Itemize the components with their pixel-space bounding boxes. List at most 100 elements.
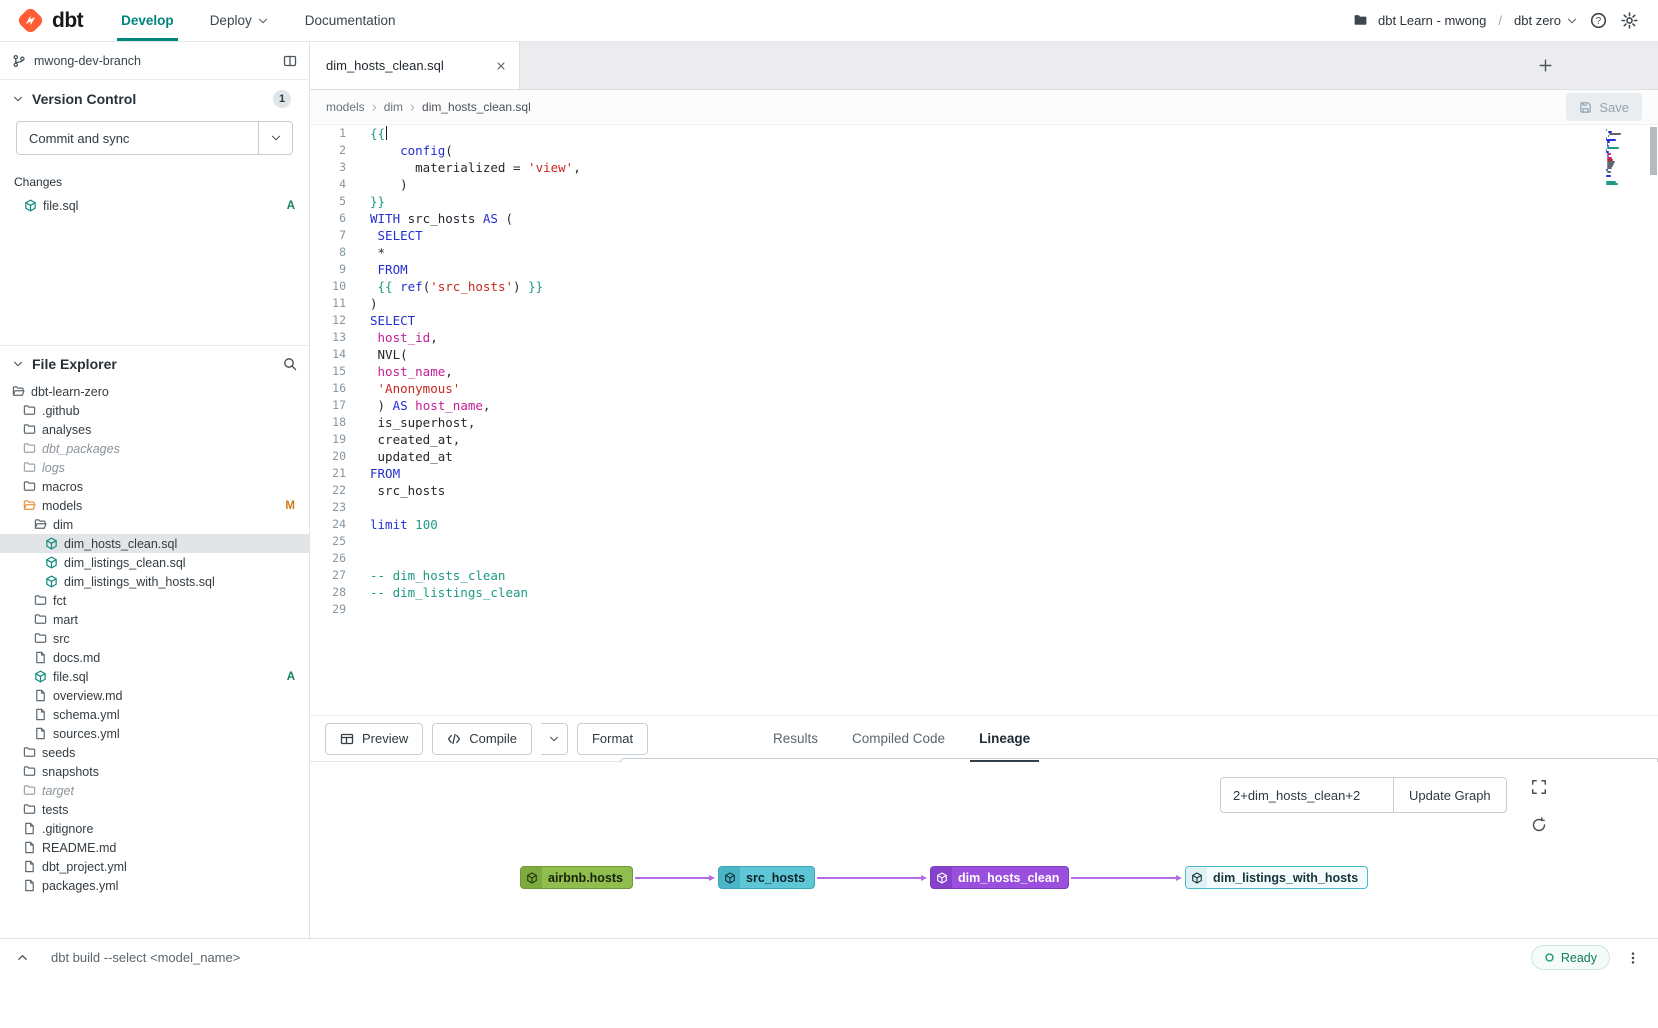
breadcrumb-models[interactable]: models (326, 100, 365, 114)
tree-item-dim[interactable]: dim (0, 515, 309, 534)
panel-tab-lineage[interactable]: Lineage (962, 716, 1047, 761)
code-line-15[interactable]: 15 host_name, (310, 363, 1658, 380)
commit-and-sync-button[interactable]: Commit and sync (16, 121, 293, 155)
editor-scrollbar[interactable] (1649, 125, 1658, 715)
changed-file-file-sql[interactable]: file.sqlA (0, 195, 309, 216)
code-line-10[interactable]: 10 {{ ref('src_hosts') }} (310, 278, 1658, 295)
account-name[interactable]: dbt Learn - mwong (1378, 13, 1486, 28)
code-line-23[interactable]: 23 (310, 499, 1658, 516)
tree-item-gitignore[interactable]: .gitignore (0, 819, 309, 838)
code-line-14[interactable]: 14 NVL( (310, 346, 1658, 363)
toolbar-button-compile[interactable]: Compile (432, 723, 532, 755)
cli-command-input[interactable]: dbt build --select <model_name> (51, 950, 240, 965)
tree-item-overview-md[interactable]: overview.md (0, 686, 309, 705)
nav-develop[interactable]: Develop (103, 0, 192, 41)
code-line-13[interactable]: 13 host_id, (310, 329, 1658, 346)
version-control-header[interactable]: Version Control 1 (0, 80, 309, 117)
panel-tab-results[interactable]: Results (756, 716, 835, 761)
tree-item-seeds[interactable]: seeds (0, 743, 309, 762)
breadcrumb-dim[interactable]: dim (384, 100, 403, 114)
tree-item-dim-listings-with-hosts-sql[interactable]: dim_listings_with_hosts.sql (0, 572, 309, 591)
commit-options-chevron[interactable] (258, 122, 292, 154)
help-button[interactable]: ? (1588, 10, 1609, 31)
lineage-node-airbnb-hosts[interactable]: airbnb.hosts (520, 866, 633, 889)
version-control-title: Version Control (32, 91, 136, 107)
tree-item-tests[interactable]: tests (0, 800, 309, 819)
tree-item-sources-yml[interactable]: sources.yml (0, 724, 309, 743)
file-explorer-header[interactable]: File Explorer (0, 345, 309, 382)
tree-item-schema-yml[interactable]: schema.yml (0, 705, 309, 724)
line-number: 14 (310, 346, 346, 363)
nav-deploy[interactable]: Deploy (192, 0, 287, 41)
code-line-26[interactable]: 26 (310, 550, 1658, 567)
code-line-24[interactable]: 24limit 100 (310, 516, 1658, 533)
tree-item-readme-md[interactable]: README.md (0, 838, 309, 857)
code-line-19[interactable]: 19 created_at, (310, 431, 1658, 448)
nav-documentation[interactable]: Documentation (287, 0, 414, 41)
tree-item-models[interactable]: modelsM (0, 496, 309, 515)
tree-item-dbt-project-yml[interactable]: dbt_project.yml (0, 857, 309, 876)
tree-item-github[interactable]: .github (0, 401, 309, 420)
code-line-6[interactable]: 6WITH src_hosts AS ( (310, 210, 1658, 227)
tree-item-mart[interactable]: mart (0, 610, 309, 629)
code-line-22[interactable]: 22 src_hosts (310, 482, 1658, 499)
editor-minimap[interactable] (1606, 129, 1640, 187)
search-icon[interactable] (283, 357, 297, 371)
code-line-3[interactable]: 3 materialized = 'view', (310, 159, 1658, 176)
tree-item-src[interactable]: src (0, 629, 309, 648)
code-editor[interactable]: 1{{2 config(3 materialized = 'view',4 )5… (310, 125, 1658, 715)
toolbar-button-format[interactable]: Format (577, 723, 648, 755)
code-line-8[interactable]: 8 * (310, 244, 1658, 261)
chevron-up-icon[interactable] (16, 951, 29, 964)
save-button[interactable]: Save (1566, 93, 1642, 121)
tree-item-docs-md[interactable]: docs.md (0, 648, 309, 667)
tree-item-analyses[interactable]: analyses (0, 420, 309, 439)
tree-item-file-sql[interactable]: file.sqlA (0, 667, 309, 686)
tree-item-macros[interactable]: macros (0, 477, 309, 496)
lineage-node-src-hosts[interactable]: src_hosts (718, 866, 815, 889)
code-line-20[interactable]: 20 updated_at (310, 448, 1658, 465)
lineage-node-dim-hosts-clean[interactable]: dim_hosts_clean (930, 866, 1069, 889)
tab-dim-hosts-clean[interactable]: dim_hosts_clean.sql (310, 42, 520, 89)
code-line-21[interactable]: 21FROM (310, 465, 1658, 482)
tree-item-dbt-learn-zero[interactable]: dbt-learn-zero (0, 382, 309, 401)
build-options-chevron[interactable] (541, 723, 568, 755)
code-line-7[interactable]: 7 SELECT (310, 227, 1658, 244)
code-line-28[interactable]: 28-- dim_listings_clean (310, 584, 1658, 601)
code-line-25[interactable]: 25 (310, 533, 1658, 550)
tree-item-dbt-packages[interactable]: dbt_packages (0, 439, 309, 458)
kebab-menu-icon[interactable] (1626, 951, 1640, 965)
tree-item-dim-listings-clean-sql[interactable]: dim_listings_clean.sql (0, 553, 309, 572)
lineage-node-dim-listings-with-hosts[interactable]: dim_listings_with_hosts (1185, 866, 1368, 889)
code-line-5[interactable]: 5}} (310, 193, 1658, 210)
project-selector[interactable]: dbt zero (1514, 13, 1578, 28)
code-line-11[interactable]: 11) (310, 295, 1658, 312)
edge-arrow-icon (1176, 875, 1182, 881)
branch-name[interactable]: mwong-dev-branch (34, 54, 141, 68)
close-tab-icon[interactable] (495, 60, 507, 72)
settings-gear-button[interactable] (1619, 10, 1640, 31)
code-line-27[interactable]: 27-- dim_hosts_clean (310, 567, 1658, 584)
code-line-16[interactable]: 16 'Anonymous' (310, 380, 1658, 397)
layout-panels-icon[interactable] (283, 54, 297, 68)
tree-item-fct[interactable]: fct (0, 591, 309, 610)
tree-item-logs[interactable]: logs (0, 458, 309, 477)
tree-item-snapshots[interactable]: snapshots (0, 762, 309, 781)
code-line-29[interactable]: 29 (310, 601, 1658, 618)
panel-tab-compiled-code[interactable]: Compiled Code (835, 716, 962, 761)
code-line-2[interactable]: 2 config( (310, 142, 1658, 159)
scrollbar-thumb[interactable] (1650, 127, 1657, 175)
code-line-1[interactable]: 1{{ (310, 125, 1658, 142)
dbt-logo[interactable]: dbt (0, 0, 103, 41)
ide-status-badge[interactable]: Ready (1531, 945, 1610, 970)
toolbar-button-preview[interactable]: Preview (325, 723, 423, 755)
code-line-9[interactable]: 9 FROM (310, 261, 1658, 278)
new-tab-button[interactable] (1538, 58, 1553, 73)
code-line-4[interactable]: 4 ) (310, 176, 1658, 193)
code-line-12[interactable]: 12SELECT (310, 312, 1658, 329)
tree-item-packages-yml[interactable]: packages.yml (0, 876, 309, 895)
code-line-18[interactable]: 18 is_superhost, (310, 414, 1658, 431)
tree-item-dim-hosts-clean-sql[interactable]: dim_hosts_clean.sql (0, 534, 309, 553)
code-line-17[interactable]: 17 ) AS host_name, (310, 397, 1658, 414)
tree-item-target[interactable]: target (0, 781, 309, 800)
